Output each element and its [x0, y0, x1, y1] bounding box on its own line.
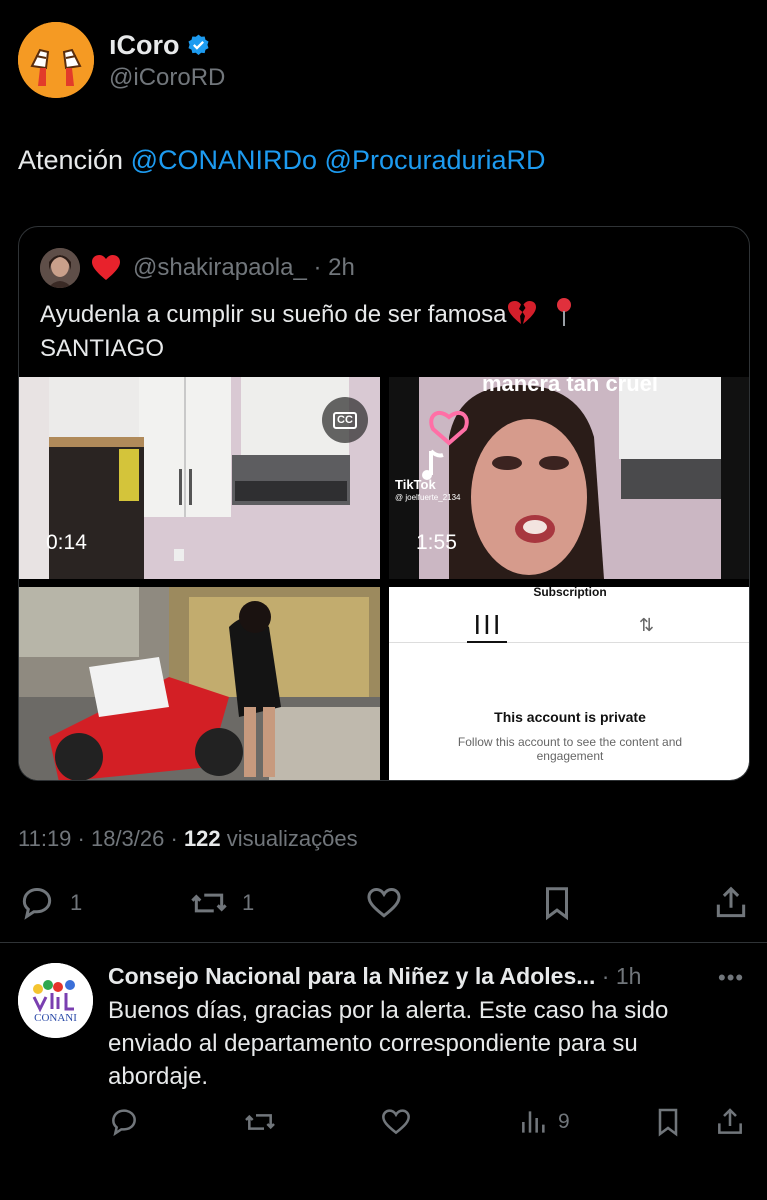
analytics-icon: [522, 1111, 545, 1133]
media-grid: CC 0:14 manera tan cruel TikTok @ joelfu…: [19, 377, 749, 780]
quote-avatar-photo-icon: [40, 248, 80, 288]
reply-views-button[interactable]: 9: [518, 1106, 570, 1138]
repost-tab-icon: ⇅: [639, 615, 655, 635]
quote-handle-time[interactable]: @shakirapaola_ · 2h: [133, 254, 355, 282]
grid-tab-icon: ┃┃┃: [467, 615, 507, 643]
author-name-row: ıCoro: [109, 30, 225, 60]
reply-like-button[interactable]: [380, 1106, 412, 1138]
reply-count: 1: [70, 890, 83, 915]
reply-views-count: 9: [558, 1110, 570, 1133]
divider: [0, 942, 767, 943]
tiktok-watermark-user: @ joelfuerte_2134: [395, 493, 461, 502]
media-private-account-screenshot[interactable]: Subscription ┃┃┃ ⇅ This account is priva…: [389, 587, 749, 780]
media-video-2[interactable]: manera tan cruel TikTok @ joelfuerte_213…: [389, 377, 749, 579]
reply-icon: [112, 1109, 136, 1137]
quote-text: Ayudenla a cumplir su sueño de ser famos…: [40, 297, 730, 366]
conani-logo-icon: CONANI: [18, 963, 93, 1038]
media-video-1[interactable]: CC 0:14: [19, 377, 380, 579]
share-button[interactable]: [712, 884, 750, 922]
share-icon: [716, 886, 746, 918]
reply-reply-button[interactable]: [108, 1106, 140, 1138]
reply-text: Buenos días, gracias por la alerta. Este…: [108, 997, 669, 1090]
avatar[interactable]: [18, 22, 94, 98]
reply-author-name[interactable]: Consejo Nacional para la Niñez y la Adol…: [108, 963, 595, 989]
red-heart-icon: [92, 255, 120, 280]
heart-icon: [382, 1109, 410, 1135]
reply-header: Consejo Nacional para la Niñez y la Adol…: [108, 963, 708, 989]
quote-text-line2: SANTIAGO: [40, 335, 165, 362]
quoted-post[interactable]: @shakirapaola_ · 2h Ayudenla a cumplir s…: [18, 226, 750, 781]
reply-avatar[interactable]: CONANI: [18, 963, 93, 1038]
mention-conani[interactable]: @CONANIRDo: [131, 145, 317, 175]
more-options-icon[interactable]: •••: [718, 965, 744, 991]
reply-bookmark-button[interactable]: [652, 1106, 684, 1138]
author-name[interactable]: ıCoro: [109, 30, 180, 60]
share-icon: [718, 1108, 742, 1134]
video-duration: 0:14: [46, 531, 87, 554]
repost-icon: [191, 893, 227, 913]
reply-button[interactable]: 1: [18, 884, 82, 922]
reply-icon: [22, 888, 52, 920]
conani-logo-text: CONANI: [34, 1012, 77, 1024]
verified-badge-icon: [188, 34, 208, 55]
subscription-header: Subscription: [533, 587, 607, 599]
video-duration: 1:55: [416, 531, 457, 554]
bookmark-icon: [545, 887, 569, 921]
profile-tabs: ┃┃┃ ⇅: [389, 609, 749, 643]
private-title: This account is private: [494, 709, 646, 725]
repost-count: 1: [242, 890, 255, 915]
private-subtitle: Follow this account to see the content a…: [457, 735, 683, 763]
mention-procuraduria[interactable]: @ProcuraduriaRD: [325, 145, 546, 175]
quote-avatar[interactable]: [40, 248, 80, 288]
reply-time[interactable]: · 1h: [595, 963, 642, 989]
views-count: 122: [183, 826, 221, 851]
quote-header: @shakirapaola_ · 2h: [40, 247, 355, 289]
cc-icon: CC: [333, 411, 357, 429]
heart-icon: [367, 888, 401, 918]
post-actions: 1 1: [18, 884, 750, 924]
repost-icon: [245, 1114, 275, 1130]
quote-text-line1: Ayudenla a cumplir su sueño de ser famos…: [40, 301, 507, 328]
broken-heart-icon: [507, 301, 536, 324]
post-text: Atención @CONANIRDo @ProcuraduriaRD: [18, 143, 546, 177]
motorcycle-photo: [19, 587, 380, 780]
media-photo-motorcycle[interactable]: [19, 587, 380, 780]
post-meta: 11:19 · 18/3/26 · 122 visualizações: [18, 826, 358, 852]
reply-actions: 9: [108, 1106, 750, 1142]
video-caption: manera tan cruel: [481, 377, 659, 396]
bookmark-icon: [658, 1108, 678, 1137]
author-handle[interactable]: @iCoroRD: [109, 64, 225, 92]
closed-captions-button[interactable]: CC: [322, 397, 368, 443]
views-label: visualizações: [226, 826, 358, 851]
location-pin-icon: [556, 298, 571, 326]
tiktok-watermark: TikTok: [395, 477, 436, 492]
post-header: ıCoro @iCoroRD: [18, 22, 225, 98]
reply-repost-button[interactable]: [244, 1106, 276, 1138]
reply-share-button[interactable]: [714, 1106, 746, 1138]
coro-logo-icon: [18, 22, 94, 98]
post-text-prefix: Atención: [18, 145, 124, 175]
like-button[interactable]: [365, 884, 403, 922]
post-timestamp[interactable]: 11:19 · 18/3/26 ·: [18, 826, 178, 851]
repost-button[interactable]: 1: [190, 884, 254, 922]
bookmark-button[interactable]: [538, 884, 576, 922]
